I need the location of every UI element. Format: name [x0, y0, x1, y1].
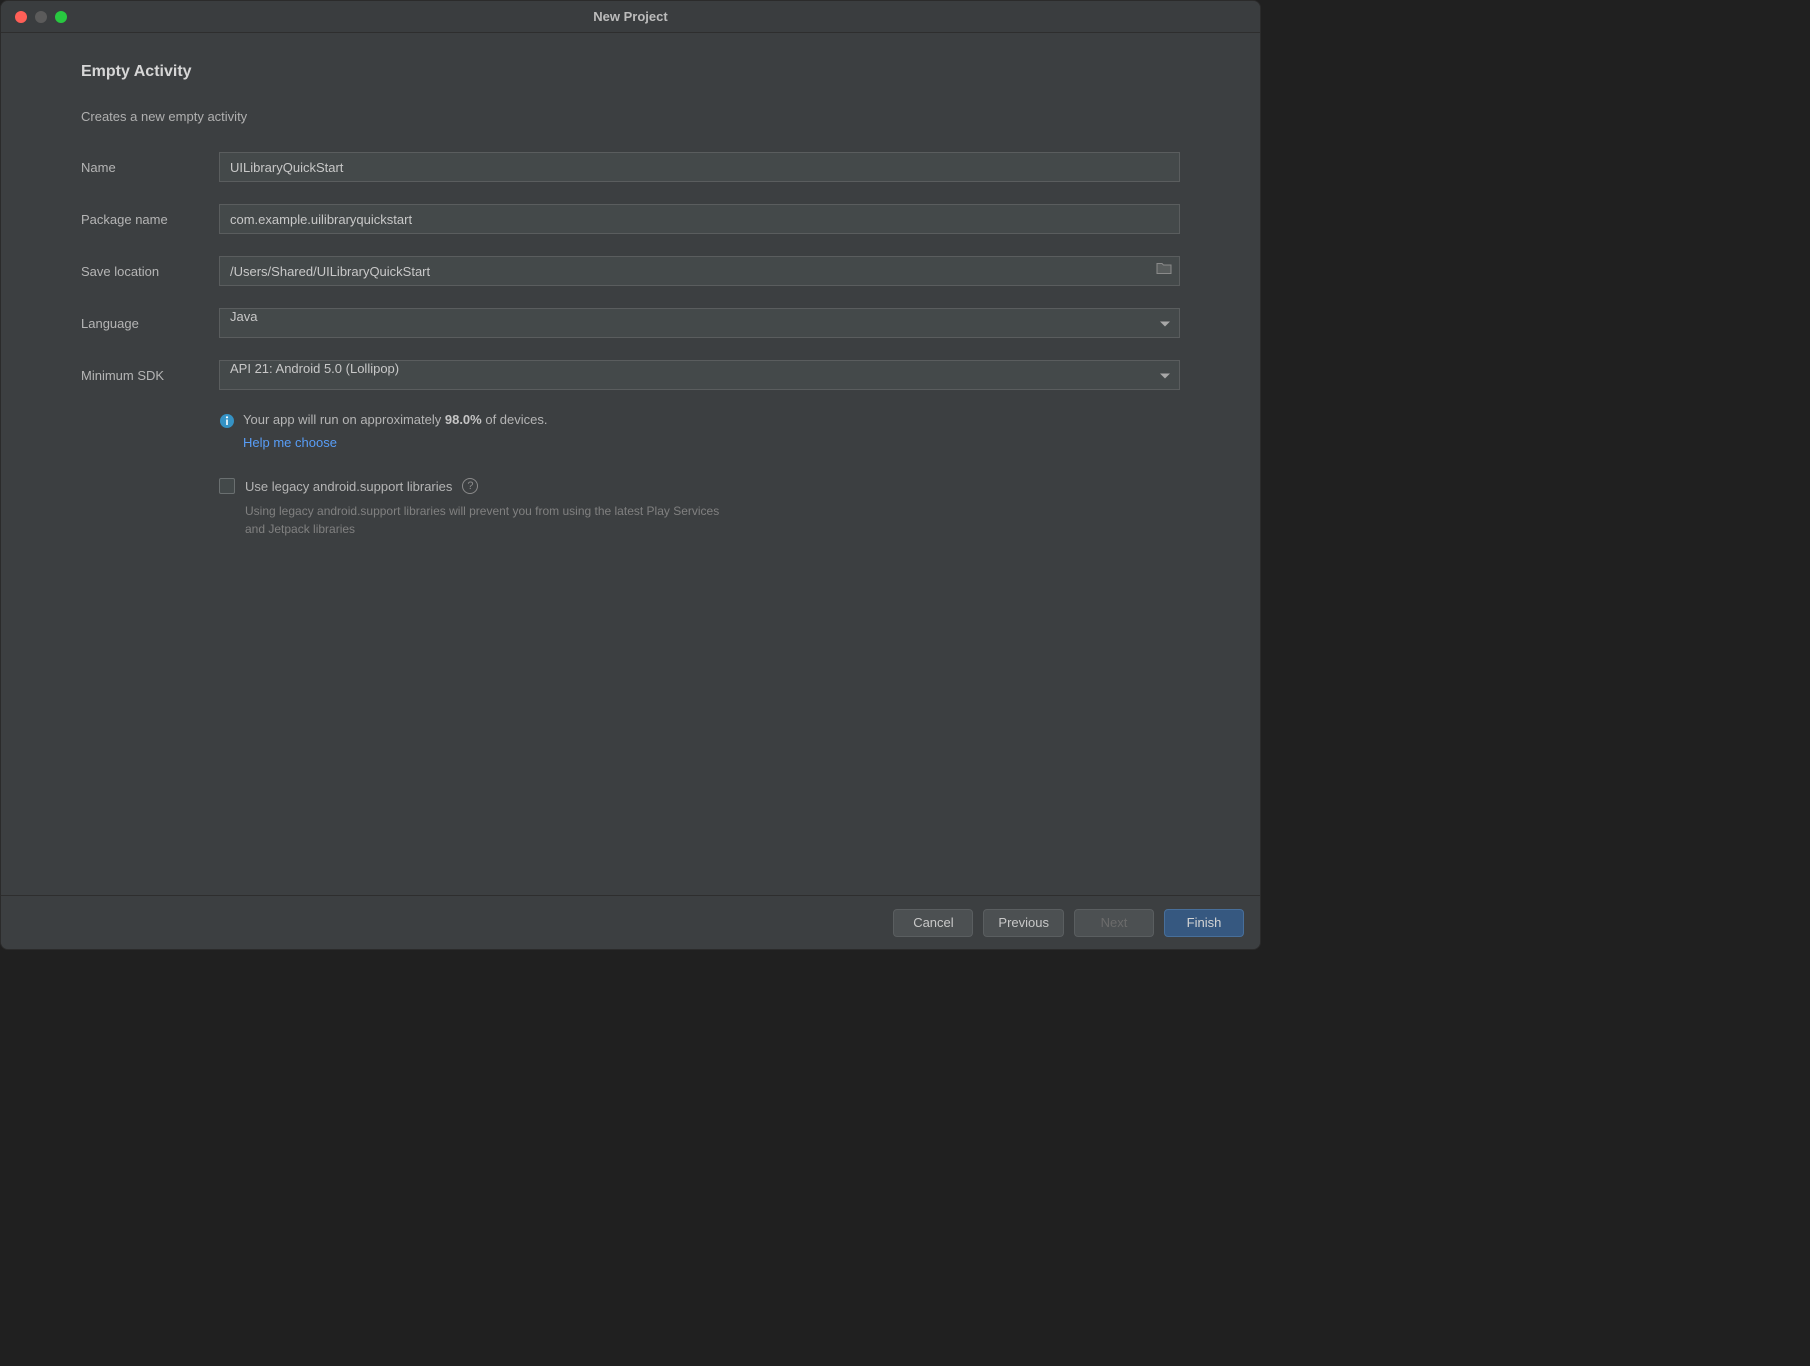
page-subheading: Creates a new empty activity — [81, 109, 1180, 124]
language-select[interactable]: Java — [219, 308, 1180, 338]
name-row: Name — [81, 152, 1180, 182]
package-input[interactable] — [219, 204, 1180, 234]
close-button[interactable] — [15, 11, 27, 23]
location-label: Save location — [81, 264, 219, 279]
sdk-row: Minimum SDK API 21: Android 5.0 (Lollipo… — [81, 360, 1180, 390]
window-controls — [1, 11, 67, 23]
info-suffix: of devices. — [482, 412, 548, 427]
footer: Cancel Previous Next Finish — [1, 895, 1260, 949]
titlebar: New Project — [1, 1, 1260, 33]
legacy-checkbox-row: Use legacy android.support libraries ? — [219, 478, 1180, 494]
legacy-checkbox[interactable] — [219, 478, 235, 494]
window-title: New Project — [593, 9, 667, 24]
cancel-button[interactable]: Cancel — [893, 909, 973, 937]
name-input[interactable] — [219, 152, 1180, 182]
help-me-choose-link[interactable]: Help me choose — [243, 435, 1180, 450]
info-icon — [219, 413, 235, 429]
content-area: Empty Activity Creates a new empty activ… — [1, 33, 1260, 895]
help-icon[interactable]: ? — [462, 478, 478, 494]
sdk-coverage-text: Your app will run on approximately 98.0%… — [243, 412, 548, 427]
legacy-checkbox-label: Use legacy android.support libraries — [245, 479, 452, 494]
info-prefix: Your app will run on approximately — [243, 412, 445, 427]
minimize-button[interactable] — [35, 11, 47, 23]
new-project-window: New Project Empty Activity Creates a new… — [0, 0, 1261, 950]
maximize-button[interactable] — [55, 11, 67, 23]
location-input[interactable] — [219, 256, 1180, 286]
sdk-info-block: Your app will run on approximately 98.0%… — [219, 412, 1180, 538]
legacy-hint: Using legacy android.support libraries w… — [245, 502, 725, 538]
next-button[interactable]: Next — [1074, 909, 1154, 937]
page-heading: Empty Activity — [81, 63, 1180, 81]
package-row: Package name — [81, 204, 1180, 234]
sdk-select[interactable]: API 21: Android 5.0 (Lollipop) — [219, 360, 1180, 390]
package-label: Package name — [81, 212, 219, 227]
info-percent: 98.0% — [445, 412, 482, 427]
finish-button[interactable]: Finish — [1164, 909, 1244, 937]
language-row: Language Java — [81, 308, 1180, 338]
location-row: Save location — [81, 256, 1180, 286]
sdk-label: Minimum SDK — [81, 368, 219, 383]
previous-button[interactable]: Previous — [983, 909, 1064, 937]
language-label: Language — [81, 316, 219, 331]
name-label: Name — [81, 160, 219, 175]
